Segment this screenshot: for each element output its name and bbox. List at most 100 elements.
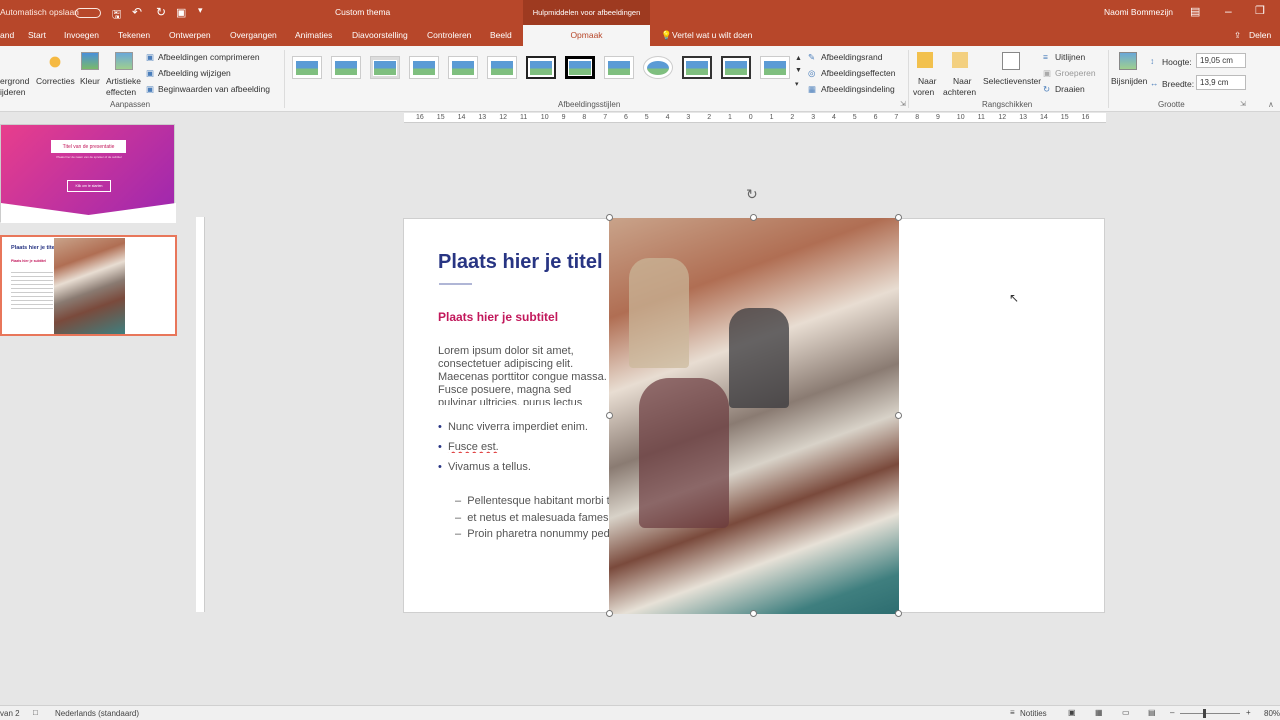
- picture-style-4[interactable]: [409, 56, 439, 79]
- picture-style-10[interactable]: [643, 56, 673, 79]
- tab-insert[interactable]: Invoegen: [64, 30, 99, 40]
- sub-bullet-item[interactable]: – et netus et malesuada fames ac turpis …: [455, 512, 610, 524]
- selection-pane-button[interactable]: Selectievenster: [983, 76, 1041, 86]
- minimize-icon[interactable]: –: [1225, 4, 1232, 18]
- picture-style-13[interactable]: [760, 56, 790, 79]
- notes-button[interactable]: Notities: [1020, 709, 1047, 718]
- slide-thumbnail-2[interactable]: Plaats hier je titel Plaats hier je subt…: [0, 235, 177, 336]
- slide-body-text[interactable]: Lorem ipsum dolor sit amet, consectetuer…: [438, 345, 610, 405]
- artistic-effects-label-2[interactable]: effecten: [106, 87, 136, 97]
- slideshow-icon[interactable]: ▤: [1148, 708, 1156, 717]
- resize-handle-e[interactable]: [895, 412, 902, 419]
- spellcheck-icon[interactable]: □: [33, 708, 38, 717]
- width-input[interactable]: 13,9 cm: [1196, 75, 1246, 90]
- share-icon[interactable]: ⇪: [1234, 30, 1241, 41]
- slide-sorter-icon[interactable]: ▦: [1095, 708, 1103, 717]
- reading-view-icon[interactable]: ▭: [1122, 708, 1130, 717]
- zoom-level[interactable]: 80%: [1264, 709, 1280, 718]
- gallery-more-icon[interactable]: ▾: [795, 80, 799, 88]
- color-button[interactable]: Kleur: [80, 76, 100, 86]
- crop-icon[interactable]: [1119, 52, 1137, 70]
- bring-forward-button[interactable]: Naar: [918, 76, 936, 86]
- user-name[interactable]: Naomi Bommezijn: [1104, 7, 1173, 17]
- send-backward-button[interactable]: Naar: [953, 76, 971, 86]
- bring-forward-label-2[interactable]: voren: [913, 87, 934, 97]
- picture-effects-button[interactable]: Afbeeldingseffecten: [821, 68, 896, 78]
- remove-background-label[interactable]: ergrond: [0, 76, 29, 86]
- tab-transitions[interactable]: Overgangen: [230, 30, 277, 40]
- picture-style-6[interactable]: [487, 56, 517, 79]
- gallery-scroll-up-icon[interactable]: ▲: [795, 55, 802, 62]
- bullet-item[interactable]: • Vivamus a tellus.: [438, 461, 610, 473]
- tab-view[interactable]: Beeld: [490, 30, 512, 40]
- crop-button[interactable]: Bijsnijden: [1111, 76, 1147, 86]
- slide-subtitle[interactable]: Plaats hier je subtitel: [438, 310, 558, 324]
- zoom-slider-thumb[interactable]: [1203, 709, 1206, 718]
- bullet-item[interactable]: • Nunc viverra imperdiet enim.: [438, 421, 610, 433]
- picture-style-11[interactable]: [682, 56, 712, 79]
- send-backward-icon[interactable]: [952, 52, 968, 68]
- bullet-item[interactable]: • Fusce est.: [438, 441, 610, 453]
- resize-handle-w[interactable]: [606, 412, 613, 419]
- tab-start[interactable]: Start: [28, 30, 46, 40]
- gallery-scroll-down-icon[interactable]: ▼: [795, 67, 802, 74]
- resize-handle-ne[interactable]: [895, 214, 902, 221]
- picture-style-7[interactable]: [526, 56, 556, 79]
- tab-file[interactable]: and: [0, 30, 14, 40]
- normal-view-icon[interactable]: ▣: [1068, 708, 1076, 717]
- sub-bullet-item[interactable]: – Proin pharetra nonummy pede.: [455, 528, 610, 540]
- redo-icon[interactable]: ↻: [156, 5, 166, 19]
- reset-picture-button[interactable]: Beginwaarden van afbeelding: [158, 84, 270, 94]
- picture-style-8[interactable]: [565, 56, 595, 79]
- tab-slideshow[interactable]: Diavoorstelling: [352, 30, 408, 40]
- styles-dialog-launcher-icon[interactable]: ⇲: [900, 100, 906, 108]
- sub-bullet-item[interactable]: – Pellentesque habitant morbi tristique …: [455, 495, 610, 507]
- remove-background-label-2[interactable]: ijderen: [0, 87, 26, 97]
- picture-style-12[interactable]: [721, 56, 751, 79]
- resize-handle-se[interactable]: [895, 610, 902, 617]
- present-icon[interactable]: ▣: [176, 6, 186, 19]
- color-icon[interactable]: [81, 52, 99, 70]
- corrections-icon[interactable]: [46, 53, 64, 71]
- language-status[interactable]: Nederlands (standaard): [55, 709, 139, 718]
- tab-animations[interactable]: Animaties: [295, 30, 332, 40]
- artistic-effects-button[interactable]: Artistieke: [106, 76, 141, 86]
- corrections-button[interactable]: Correcties: [36, 76, 75, 86]
- picture-style-2[interactable]: [331, 56, 361, 79]
- artistic-effects-icon[interactable]: [115, 52, 133, 70]
- picture-style-1[interactable]: [292, 56, 322, 79]
- tab-draw[interactable]: Tekenen: [118, 30, 150, 40]
- autosave-toggle[interactable]: [75, 8, 101, 18]
- zoom-out-icon[interactable]: –: [1170, 708, 1174, 717]
- zoom-in-icon[interactable]: +: [1246, 708, 1251, 717]
- resize-handle-nw[interactable]: [606, 214, 613, 221]
- rotate-handle-icon[interactable]: ↻: [746, 186, 758, 203]
- tab-design[interactable]: Ontwerpen: [169, 30, 211, 40]
- picture-border-button[interactable]: Afbeeldingsrand: [821, 52, 882, 62]
- compress-pictures-button[interactable]: Afbeeldingen comprimeren: [158, 52, 260, 62]
- maximize-icon[interactable]: ❐: [1255, 4, 1265, 17]
- bring-forward-icon[interactable]: [917, 52, 933, 68]
- resize-handle-n[interactable]: [750, 214, 757, 221]
- tell-me-search[interactable]: Vertel wat u wilt doen: [672, 30, 752, 40]
- align-button[interactable]: Uitlijnen: [1055, 52, 1085, 62]
- save-icon[interactable]: 🖫: [112, 6, 121, 25]
- resize-handle-sw[interactable]: [606, 610, 613, 617]
- undo-icon[interactable]: ↶: [132, 5, 142, 19]
- tab-format[interactable]: Opmaak: [523, 25, 650, 46]
- ribbon-display-icon[interactable]: ▤: [1190, 5, 1200, 18]
- height-input[interactable]: 19,05 cm: [1196, 53, 1246, 68]
- picture-style-9[interactable]: [604, 56, 634, 79]
- qat-customize-icon[interactable]: ▾: [198, 5, 203, 16]
- zoom-slider[interactable]: [1180, 713, 1240, 714]
- selection-pane-icon[interactable]: [1002, 52, 1020, 70]
- selected-picture[interactable]: [609, 218, 899, 614]
- resize-handle-s[interactable]: [750, 610, 757, 617]
- picture-layout-button[interactable]: Afbeeldingsindeling: [821, 84, 895, 94]
- slide-thumbnail-1[interactable]: Titel van de presentatie Plaats hier de …: [0, 124, 176, 223]
- group-button[interactable]: Groeperen: [1055, 68, 1096, 78]
- picture-style-5[interactable]: [448, 56, 478, 79]
- rotate-button[interactable]: Draaien: [1055, 84, 1085, 94]
- change-picture-button[interactable]: Afbeelding wijzigen: [158, 68, 231, 78]
- share-button[interactable]: Delen: [1249, 30, 1271, 40]
